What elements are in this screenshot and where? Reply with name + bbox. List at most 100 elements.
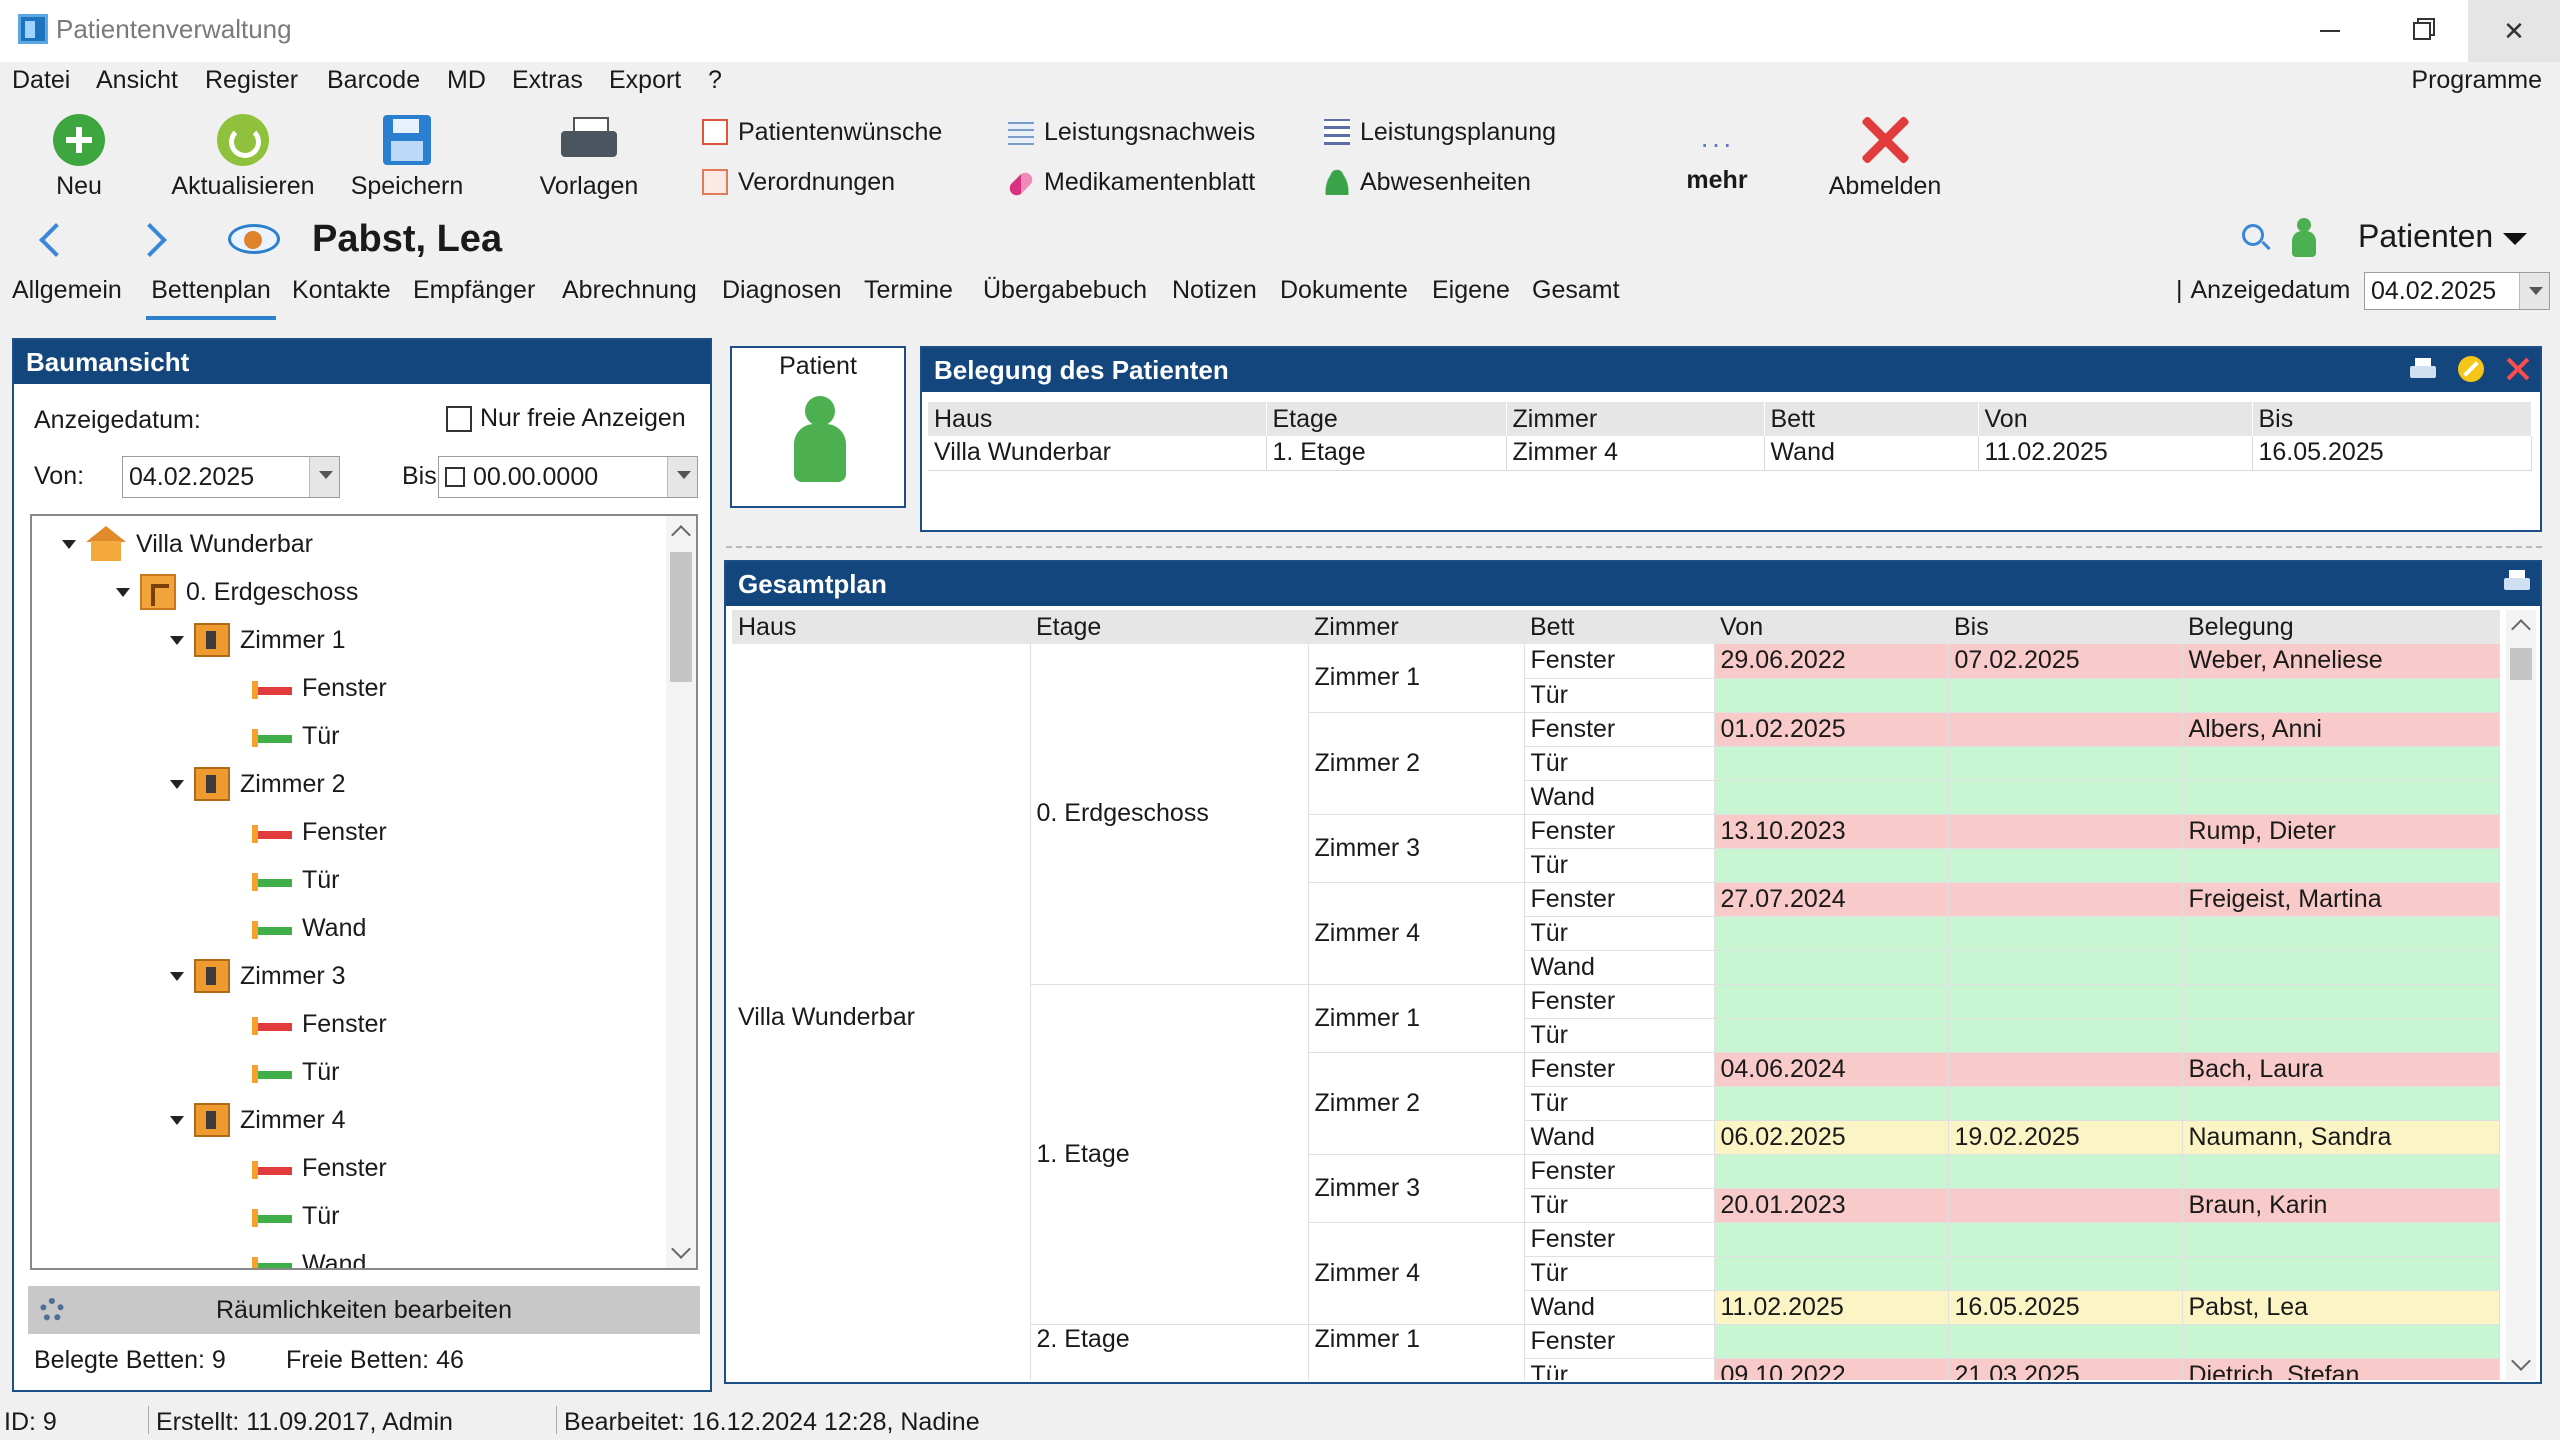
scroll-up-icon[interactable] [671, 525, 691, 545]
neu-button[interactable]: Neu [4, 108, 154, 208]
collapse-triangle-icon[interactable] [62, 539, 76, 549]
tree-scrollbar[interactable] [666, 516, 696, 1268]
speichern-button[interactable]: Speichern [332, 108, 482, 208]
col-bett[interactable]: Bett [1764, 402, 1979, 436]
col-zimmer[interactable]: Zimmer [1506, 402, 1765, 436]
back-arrow-icon[interactable] [30, 220, 70, 260]
tree-item-bed[interactable]: Fenster [252, 812, 387, 852]
col-haus[interactable]: Haus [732, 610, 1030, 644]
bis-date-input[interactable]: 00.00.0000 [438, 456, 698, 498]
col-von[interactable]: Von [1978, 402, 2253, 436]
verordnungen-button[interactable]: Verordnungen [702, 162, 895, 202]
chevron-down-icon[interactable] [2519, 273, 2549, 309]
tree-item-bed[interactable]: Fenster [252, 1004, 387, 1044]
scroll-up-icon[interactable] [2511, 619, 2531, 639]
room-tree[interactable]: Wand Tür Fenster Zimmer 4 Tür Fenster Zimmer 3… [30, 514, 698, 1270]
tree-item-bed[interactable]: Fenster [252, 1148, 387, 1188]
tab-notizen[interactable]: Notizen [1172, 276, 1257, 320]
collapse-triangle-icon[interactable] [170, 971, 184, 981]
collapse-triangle-icon[interactable] [170, 1115, 184, 1125]
col-bett[interactable]: Bett [1524, 610, 1714, 644]
medikamentenblatt-button[interactable]: Medikamentenblatt [1006, 162, 1255, 202]
aktualisieren-button[interactable]: Aktualisieren [168, 108, 318, 208]
menu-register[interactable]: Register [205, 66, 298, 95]
leistungsplanung-button[interactable]: Leistungsplanung [1324, 112, 1556, 152]
leistungsnachweis-button[interactable]: Leistungsnachweis [1008, 112, 1255, 152]
print-icon[interactable] [2504, 570, 2530, 592]
menu-programme[interactable]: Programme [2411, 66, 2542, 95]
tree-item-floor[interactable]: 0. Erdgeschoss [116, 572, 358, 612]
tab-abrechnung[interactable]: Abrechnung [562, 276, 697, 320]
patients-dropdown[interactable]: Patienten [2358, 218, 2527, 255]
raeumlichkeiten-bearbeiten-button[interactable]: Räumlichkeiten bearbeiten [28, 1286, 700, 1334]
tab-termine[interactable]: Termine [864, 276, 953, 320]
menu-ansicht[interactable]: Ansicht [96, 66, 178, 95]
scroll-thumb[interactable] [2510, 648, 2532, 680]
collapse-triangle-icon[interactable] [116, 587, 130, 597]
restore-button[interactable] [2376, 0, 2468, 62]
vorlagen-button[interactable]: Vorlagen [514, 108, 664, 208]
menu-extras[interactable]: Extras [512, 66, 583, 95]
menu-barcode[interactable]: Barcode [327, 66, 420, 95]
tree-item-bed[interactable]: Fenster [252, 668, 387, 708]
print-icon[interactable] [2410, 358, 2436, 380]
close-window-button[interactable]: ✕ [2468, 0, 2560, 62]
tree-item-bed[interactable]: Wand [252, 908, 366, 948]
close-icon[interactable] [2506, 357, 2530, 381]
tree-item-room[interactable]: Zimmer 4 [170, 1100, 346, 1140]
collapse-triangle-icon[interactable] [170, 779, 184, 789]
abwesenheiten-button[interactable]: Abwesenheiten [1324, 162, 1531, 202]
tree-item-house[interactable]: Villa Wunderbar [62, 524, 313, 564]
patientenwuensche-button[interactable]: Patientenwünsche [702, 112, 942, 152]
chevron-down-icon[interactable] [309, 457, 339, 497]
tab-uebergabebuch[interactable]: Übergabebuch [983, 276, 1147, 320]
chevron-down-icon[interactable] [667, 457, 697, 497]
tab-bettenplan[interactable]: Bettenplan [146, 276, 276, 320]
tree-item-bed[interactable]: Wand [252, 1244, 366, 1268]
gesamtplan-scrollbar[interactable] [2506, 610, 2536, 1380]
bis-checkbox-icon[interactable] [445, 467, 465, 487]
tab-diagnosen[interactable]: Diagnosen [722, 276, 842, 320]
menu-datei[interactable]: Datei [12, 66, 70, 95]
tree-item-room[interactable]: Zimmer 2 [170, 764, 346, 804]
tree-item-room[interactable]: Zimmer 3 [170, 956, 346, 996]
col-etage[interactable]: Etage [1030, 610, 1308, 644]
search-icon[interactable] [2242, 224, 2264, 246]
tab-kontakte[interactable]: Kontakte [292, 276, 391, 320]
col-belegung[interactable]: Belegung [2182, 610, 2500, 644]
table-row[interactable]: Villa Wunderbar 1. Etage Zimmer 4 Wand 1… [928, 436, 2532, 471]
nur-freie-checkbox[interactable]: Nur freie Anzeigen [446, 404, 686, 433]
tree-item-bed[interactable]: Tür [252, 1196, 340, 1236]
eye-icon[interactable] [228, 224, 280, 254]
anzeigedatum-input[interactable]: 04.02.2025 [2364, 272, 2550, 310]
col-bis[interactable]: Bis [1948, 610, 2182, 644]
edit-icon[interactable] [2458, 356, 2484, 382]
scroll-down-icon[interactable] [671, 1239, 691, 1259]
checkbox-icon[interactable] [446, 405, 472, 432]
tab-dokumente[interactable]: Dokumente [1280, 276, 1408, 320]
minimize-button[interactable] [2284, 0, 2376, 62]
tab-eigene[interactable]: Eigene [1432, 276, 1510, 320]
von-date-input[interactable]: 04.02.2025 [122, 456, 340, 498]
tree-item-bed[interactable]: Tür [252, 716, 340, 756]
scroll-thumb[interactable] [670, 552, 692, 682]
menu-help[interactable]: ? [708, 66, 722, 95]
tree-item-bed[interactable]: Tür [252, 1052, 340, 1092]
tab-empfaenger[interactable]: Empfänger [413, 276, 535, 320]
tab-allgemein[interactable]: Allgemein [12, 276, 122, 320]
patient-pawn-icon[interactable] [2290, 218, 2318, 260]
menu-md[interactable]: MD [447, 66, 486, 95]
tab-gesamt[interactable]: Gesamt [1532, 276, 1620, 320]
tree-item-bed[interactable]: Tür [252, 860, 340, 900]
col-haus[interactable]: Haus [928, 402, 1267, 436]
mehr-button[interactable]: ··· mehr [1642, 108, 1792, 208]
col-etage[interactable]: Etage [1266, 402, 1507, 436]
tree-item-room[interactable]: Zimmer 1 [170, 620, 346, 660]
abmelden-button[interactable]: Abmelden [1810, 108, 1960, 208]
col-zimmer[interactable]: Zimmer [1308, 610, 1524, 644]
menu-export[interactable]: Export [609, 66, 681, 95]
forward-arrow-icon[interactable] [134, 220, 174, 260]
col-bis[interactable]: Bis [2252, 402, 2532, 436]
col-von[interactable]: Von [1714, 610, 1948, 644]
collapse-triangle-icon[interactable] [170, 635, 184, 645]
